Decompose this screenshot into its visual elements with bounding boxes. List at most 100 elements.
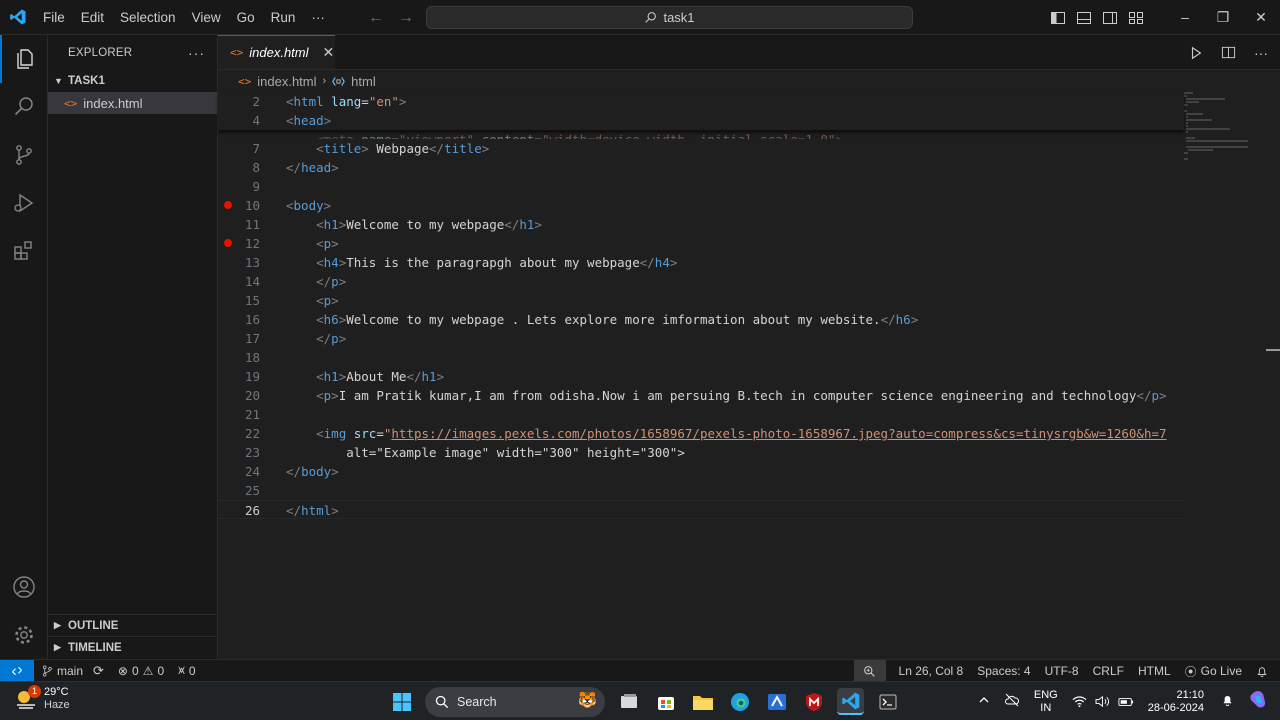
run-icon[interactable]: [1189, 46, 1203, 60]
run-debug-activity[interactable]: [0, 179, 48, 227]
line-number: 21: [244, 407, 260, 422]
source-control-activity[interactable]: [0, 131, 48, 179]
code-line[interactable]: 12 <p>: [218, 234, 1184, 253]
powerautomate-app[interactable]: [763, 688, 790, 715]
code-line[interactable]: 14 </p>: [218, 272, 1184, 291]
code-line[interactable]: 10 <body>: [218, 196, 1184, 215]
breadcrumb-symbol[interactable]: html: [351, 74, 376, 89]
split-editor-icon[interactable]: [1221, 45, 1236, 60]
extensions-activity[interactable]: [0, 227, 48, 275]
minimap[interactable]: [1184, 92, 1266, 192]
vscode-logo-icon[interactable]: [0, 0, 35, 35]
cursor-position[interactable]: Ln 26, Col 8: [892, 664, 971, 678]
copilot-button[interactable]: [1241, 690, 1280, 714]
folder-task1[interactable]: ▼ TASK1: [48, 70, 217, 92]
explorer-activity[interactable]: [0, 35, 48, 83]
tab-index-html[interactable]: <> index.html ✕: [218, 35, 335, 69]
back-arrow-icon[interactable]: ←: [368, 9, 384, 27]
timeline-section[interactable]: ▶ TIMELINE: [48, 636, 218, 658]
code-line[interactable]: 4 <head>: [218, 111, 1184, 130]
taskbar-search[interactable]: Search 🐯: [425, 686, 605, 717]
code-editor[interactable]: 2 <html lang="en"> 4 <head> <meta name="vie…: [218, 92, 1184, 659]
chevron-up-icon: [979, 696, 989, 702]
manage-activity[interactable]: [0, 611, 48, 659]
task-view-button[interactable]: [615, 688, 642, 715]
store-app[interactable]: [652, 688, 679, 715]
code-line[interactable]: 16 <h6>Welcome to my webpage . Lets expl…: [218, 310, 1184, 329]
toggle-secondary-sidebar-icon[interactable]: [1102, 10, 1118, 26]
menu-more[interactable]: ···: [303, 0, 333, 35]
system-tray: ENG IN 21:10 28-06-2024: [971, 682, 1280, 720]
code-line[interactable]: 20 <p>I am Pratik kumar,I am from odisha…: [218, 386, 1184, 405]
code-line[interactable]: 17 </p>: [218, 329, 1184, 348]
line-endings[interactable]: CRLF: [1086, 664, 1131, 678]
more-actions-icon[interactable]: ···: [188, 45, 205, 61]
zoom-indicator[interactable]: [853, 660, 886, 682]
restore-icon[interactable]: ❐: [1204, 9, 1242, 26]
remote-indicator[interactable]: [0, 659, 34, 682]
command-center[interactable]: task1: [426, 6, 913, 29]
code-line[interactable]: 22 <img src="https://images.pexels.com/p…: [218, 424, 1184, 443]
zoom-icon: [864, 665, 875, 677]
clock[interactable]: 21:10 28-06-2024: [1141, 689, 1214, 715]
code-line[interactable]: 2 <html lang="en">: [218, 92, 1184, 111]
notifications-button[interactable]: [1249, 665, 1280, 678]
weather-widget[interactable]: 1 29°C Haze: [14, 685, 70, 712]
line-text: <title> Webpage</title>: [316, 141, 490, 156]
customize-layout-icon[interactable]: [1128, 10, 1144, 26]
encoding[interactable]: UTF-8: [1038, 664, 1086, 678]
branch-indicator[interactable]: main ⟳: [34, 663, 111, 679]
problems-indicator[interactable]: ⊗ 0 ⚠ 0: [111, 664, 171, 678]
toggle-primary-sidebar-icon[interactable]: [1050, 10, 1066, 26]
code-line[interactable]: 15 <p>: [218, 291, 1184, 310]
code-line[interactable]: 18: [218, 348, 1184, 367]
menu-view[interactable]: View: [184, 0, 229, 35]
code-line[interactable]: 9: [218, 177, 1184, 196]
code-line[interactable]: 8 </head>: [218, 158, 1184, 177]
code-line[interactable]: 23 alt="Example image" width="300" heigh…: [218, 443, 1184, 462]
toggle-panel-icon[interactable]: [1076, 10, 1092, 26]
menu-go[interactable]: Go: [229, 0, 263, 35]
menu-run[interactable]: Run: [263, 0, 304, 35]
language-mode[interactable]: HTML: [1131, 664, 1178, 678]
close-window-icon[interactable]: ✕: [1242, 9, 1280, 26]
language-indicator[interactable]: ENG IN: [1027, 689, 1065, 715]
code-line[interactable]: 19 <h1>About Me</h1>: [218, 367, 1184, 386]
quick-settings[interactable]: [1065, 695, 1141, 708]
indentation[interactable]: Spaces: 4: [970, 664, 1037, 678]
sync-icon[interactable]: ⟳: [93, 663, 104, 679]
file-explorer-app[interactable]: [689, 688, 716, 715]
outline-section[interactable]: ▶ OUTLINE: [48, 614, 218, 636]
menu-file[interactable]: File: [35, 0, 73, 35]
code-line[interactable]: 21: [218, 405, 1184, 424]
show-hidden-icons[interactable]: [971, 694, 997, 710]
accounts-activity[interactable]: [0, 563, 48, 611]
terminal-app[interactable]: [874, 688, 901, 715]
menu-edit[interactable]: Edit: [73, 0, 112, 35]
search-activity[interactable]: [0, 83, 48, 131]
breadcrumb-file[interactable]: index.html: [257, 74, 316, 89]
code-line[interactable]: 26 </html>: [218, 500, 1184, 519]
mcafee-app[interactable]: [800, 688, 827, 715]
code-line[interactable]: 7 <title> Webpage</title>: [218, 139, 1184, 158]
code-line[interactable]: 11 <h1>Welcome to my webpage</h1>: [218, 215, 1184, 234]
more-actions-icon[interactable]: ···: [1254, 45, 1268, 61]
code-line[interactable]: 24 </body>: [218, 462, 1184, 481]
minimize-icon[interactable]: –: [1166, 9, 1204, 26]
forward-arrow-icon[interactable]: →: [398, 9, 414, 27]
edge-app[interactable]: [726, 688, 753, 715]
minimap-line: [1186, 119, 1213, 121]
cloud-tray[interactable]: [997, 693, 1027, 711]
notification-center[interactable]: [1214, 693, 1241, 711]
vscode-app[interactable]: [837, 688, 864, 715]
file-item-index-html[interactable]: <> index.html: [48, 92, 217, 114]
scrollbar-indicator[interactable]: [1266, 349, 1280, 351]
ports-indicator[interactable]: ⩙ 0: [171, 663, 202, 678]
menu-selection[interactable]: Selection: [112, 0, 184, 35]
go-live-button[interactable]: ⦿ Go Live: [1178, 663, 1249, 680]
code-line[interactable]: <meta name="viewport" content="width=dev…: [218, 130, 1184, 139]
code-line[interactable]: 13 <h4>This is the paragrapgh about my w…: [218, 253, 1184, 272]
code-line[interactable]: 25: [218, 481, 1184, 500]
start-button[interactable]: [388, 688, 415, 715]
close-icon[interactable]: ✕: [323, 44, 335, 61]
